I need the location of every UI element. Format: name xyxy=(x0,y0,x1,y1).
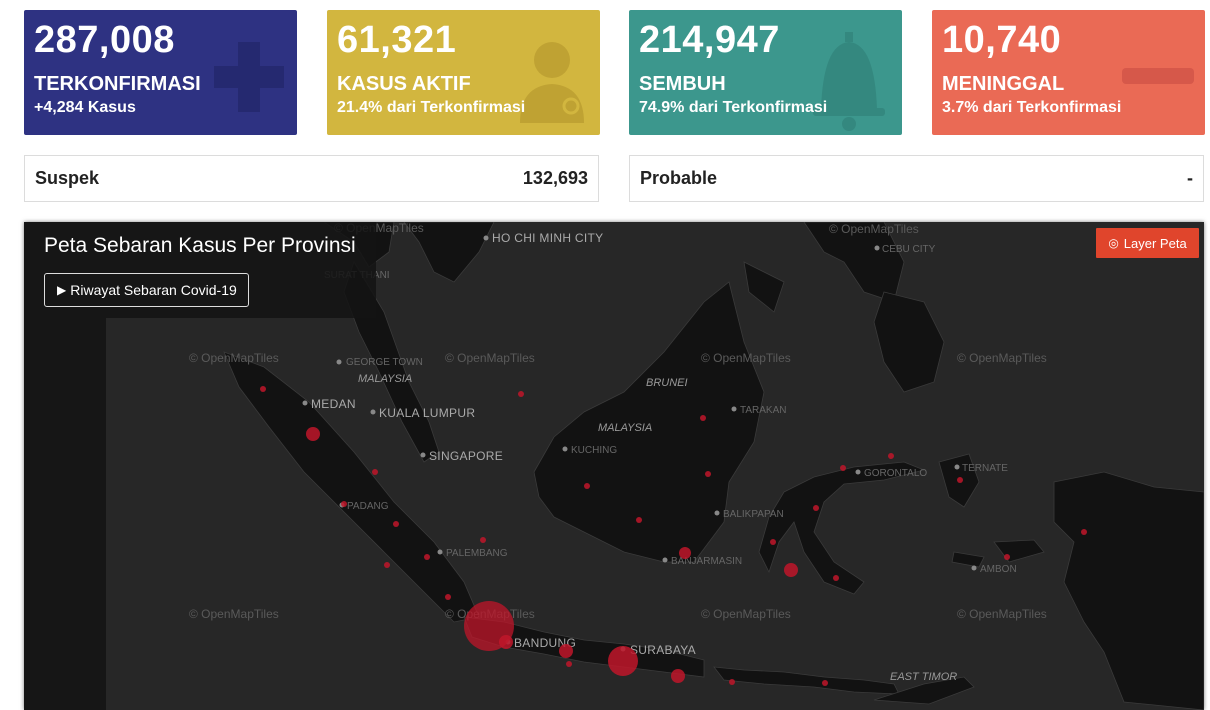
map-title-panel: Peta Sebaran Kasus Per Provinsi ▶ Riwaya… xyxy=(24,222,376,318)
case-marker[interactable] xyxy=(518,391,524,397)
case-marker[interactable] xyxy=(770,539,776,545)
recovered-label: SEMBUH xyxy=(639,73,726,95)
city-label: EAST TIMOR xyxy=(890,671,957,683)
case-marker[interactable] xyxy=(1081,529,1087,535)
city-label: TERNATE xyxy=(962,463,1008,474)
case-marker[interactable] xyxy=(424,554,430,560)
case-marker[interactable] xyxy=(1004,554,1010,560)
map-attribution: © OpenMapTiles xyxy=(189,607,279,621)
confirmed-new-cases: +4,284 Kasus xyxy=(34,99,136,116)
map-attribution: © OpenMapTiles xyxy=(957,351,1047,365)
case-marker[interactable] xyxy=(566,661,572,667)
case-marker[interactable] xyxy=(705,471,711,477)
case-marker[interactable] xyxy=(813,505,819,511)
active-count: 61,321 xyxy=(337,19,457,61)
confirmed-label: TERKONFIRMASI xyxy=(34,73,201,95)
case-marker[interactable] xyxy=(384,562,390,568)
case-marker[interactable] xyxy=(445,594,451,600)
city-label: MEDAN xyxy=(311,397,356,411)
city-label: PADANG xyxy=(347,501,389,512)
map-attribution: © OpenMapTiles xyxy=(701,607,791,621)
play-icon: ▶ xyxy=(57,283,67,297)
city-label: TARAKAN xyxy=(740,405,787,416)
suspect-value: 132,693 xyxy=(522,168,588,188)
city-label: BALIKPAPAN xyxy=(723,509,784,520)
city-label: CEBU CITY xyxy=(882,244,936,255)
layers-icon: ◎ xyxy=(1108,236,1119,250)
case-marker[interactable] xyxy=(341,501,347,507)
history-button[interactable]: ▶ Riwayat Sebaran Covid-19 xyxy=(44,273,249,307)
map-attribution: © OpenMapTiles xyxy=(957,607,1047,621)
case-marker[interactable] xyxy=(393,521,399,527)
confirmed-card: 287,008 TERKONFIRMASI +4,284 Kasus xyxy=(24,10,297,135)
recovered-card: 214,947 SEMBUH 74.9% dari Terkonfirmasi xyxy=(629,10,902,135)
layer-button-label: Layer Peta xyxy=(1123,235,1187,251)
case-marker[interactable] xyxy=(833,575,839,581)
case-marker[interactable] xyxy=(729,679,735,685)
map-attribution: © OpenMapTiles xyxy=(189,351,279,365)
active-card: 61,321 KASUS AKTIF 21.4% dari Terkonfirm… xyxy=(327,10,600,135)
case-marker[interactable] xyxy=(822,680,828,686)
case-distribution-map[interactable]: HO CHI MINH CITY CEBU CITY SURAT THANI G… xyxy=(24,222,1204,710)
case-marker[interactable] xyxy=(840,465,846,471)
city-label: SURABAYA xyxy=(630,643,696,657)
confirmed-count: 287,008 xyxy=(34,19,175,61)
suspect-label: Suspek xyxy=(35,168,100,188)
case-marker[interactable] xyxy=(584,483,590,489)
case-marker[interactable] xyxy=(957,477,963,483)
probable-box: Probable - xyxy=(629,155,1204,202)
case-marker[interactable] xyxy=(608,646,638,676)
city-label: HO CHI MINH CITY xyxy=(492,231,603,245)
recovered-percent: 74.9% dari Terkonfirmasi xyxy=(639,99,828,116)
map-attribution: © OpenMapTiles xyxy=(701,351,791,365)
map-attribution: © OpenMapTiles xyxy=(445,351,535,365)
case-marker[interactable] xyxy=(559,644,573,658)
city-label: GORONTALO xyxy=(864,468,927,479)
death-card: 10,740 MENINGGAL 3.7% dari Terkonfirmasi xyxy=(932,10,1205,135)
case-marker[interactable] xyxy=(888,453,894,459)
city-label: AMBON xyxy=(980,564,1017,575)
history-button-label: Riwayat Sebaran Covid-19 xyxy=(70,282,237,298)
case-marker[interactable] xyxy=(480,537,486,543)
map-attribution: © OpenMapTiles xyxy=(829,222,919,236)
map-title: Peta Sebaran Kasus Per Provinsi xyxy=(44,234,356,257)
country-label: BRUNEI xyxy=(646,377,688,389)
death-label: MENINGGAL xyxy=(942,73,1065,95)
probable-label: Probable xyxy=(640,168,718,188)
case-marker[interactable] xyxy=(306,427,320,441)
city-label: KUCHING xyxy=(571,445,617,456)
case-marker[interactable] xyxy=(260,386,266,392)
country-label: MALAYSIA xyxy=(358,373,412,385)
country-label: MALAYSIA xyxy=(598,422,652,434)
city-label: KUALA LUMPUR xyxy=(379,406,475,420)
death-count: 10,740 xyxy=(942,19,1062,61)
death-percent: 3.7% dari Terkonfirmasi xyxy=(942,99,1122,116)
city-label: GEORGE TOWN xyxy=(346,357,423,368)
case-marker[interactable] xyxy=(372,469,378,475)
probable-value: - xyxy=(1187,168,1193,188)
case-marker[interactable] xyxy=(636,517,642,523)
case-marker[interactable] xyxy=(700,415,706,421)
active-percent: 21.4% dari Terkonfirmasi xyxy=(337,99,526,116)
case-marker[interactable] xyxy=(671,669,685,683)
suspect-box: Suspek 132,693 xyxy=(24,155,599,202)
city-label: PALEMBANG xyxy=(446,548,508,559)
map-sidebar-shade xyxy=(24,318,106,710)
active-label: KASUS AKTIF xyxy=(337,73,471,95)
case-marker[interactable] xyxy=(679,547,691,559)
case-marker[interactable] xyxy=(784,563,798,577)
recovered-count: 214,947 xyxy=(639,19,780,61)
city-label: SINGAPORE xyxy=(429,449,503,463)
case-marker[interactable] xyxy=(499,635,513,649)
layer-button[interactable]: ◎ Layer Peta xyxy=(1096,228,1199,258)
